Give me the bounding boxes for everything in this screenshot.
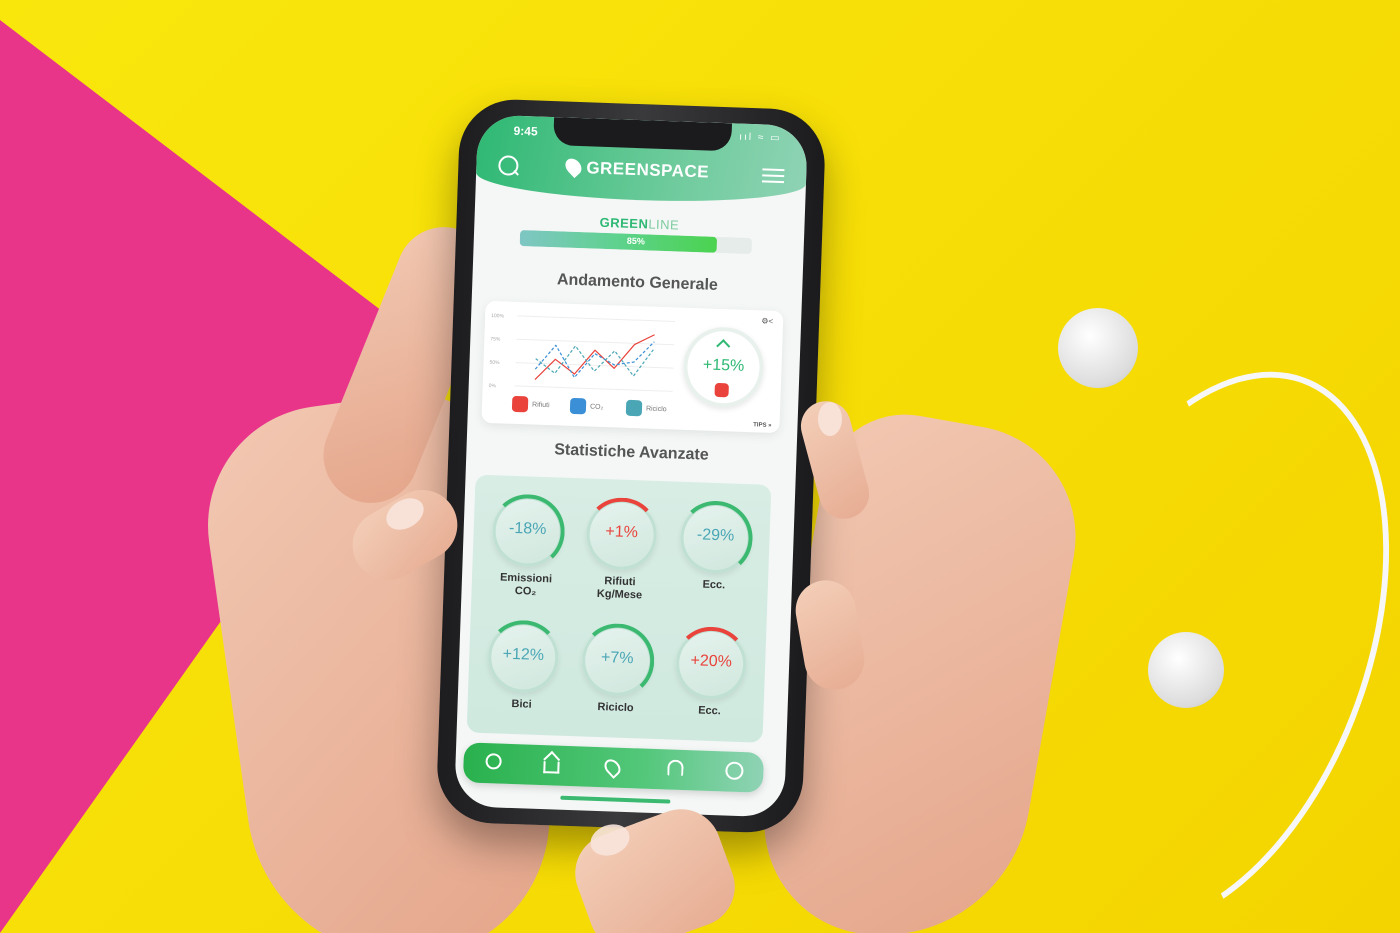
earbud-bottom: [1148, 632, 1224, 708]
chevron-up-icon: [716, 339, 731, 354]
stat-ring: -29%: [677, 499, 754, 577]
stat-4[interactable]: +7% Riciclo: [567, 622, 666, 717]
home-icon: [714, 382, 729, 398]
stat-label-line1: Rifiuti: [604, 575, 636, 589]
stat-label-line1: Bici: [511, 697, 532, 711]
grid-line: [516, 338, 675, 346]
y-tick-label: 50%: [489, 360, 500, 366]
stats-panel: -18% Emissioni CO₂ +1% Rifiuti Kg/Mese -29% Ecc…: [466, 474, 772, 743]
user-icon[interactable]: [725, 761, 744, 781]
stat-ring: +1%: [583, 496, 660, 573]
home-icon[interactable]: [543, 761, 560, 774]
brand-name: GREENSPACE: [586, 158, 710, 182]
stat-label: Emissioni CO₂: [477, 571, 574, 601]
overview-gauge[interactable]: +15%: [682, 325, 765, 409]
stat-value: +7%: [600, 649, 634, 668]
home-indicator: [560, 795, 671, 804]
stat-2[interactable]: -29% Ecc.: [666, 499, 765, 594]
gauge-value: +15%: [702, 356, 745, 375]
legend-rifiuti[interactable]: Rifiuti: [511, 395, 550, 413]
search-icon[interactable]: [498, 155, 519, 176]
overview-card[interactable]: 100% 75% 50% 0% Rifiuti CO₂ Riciclo +15% ⚙<…: [481, 300, 784, 434]
stat-1[interactable]: +1% Rifiuti Kg/Mese: [571, 496, 671, 604]
stat-ring: +20%: [672, 625, 750, 703]
stat-label-line1: Emissioni: [499, 571, 553, 586]
earbud-top: [1058, 308, 1138, 388]
status-icons: ııl ≈ ▭: [739, 131, 782, 145]
stat-value: +1%: [605, 523, 639, 542]
greenline-title-strong: GREEN: [599, 214, 649, 232]
legend-label: CO₂: [589, 403, 604, 411]
stat-value: -29%: [696, 526, 735, 545]
legend-label: Riciclo: [645, 404, 667, 413]
stats-title: Statistiche Avanzate: [554, 441, 709, 464]
overview-line-chart: 100% 75% 50% 0%: [489, 313, 676, 392]
stat-ring: +7%: [578, 622, 656, 699]
y-tick-label: 0%: [489, 383, 497, 389]
stat-ring: -18%: [489, 493, 566, 570]
stat-label: Bici: [473, 697, 569, 714]
stat-ring: +12%: [484, 619, 562, 696]
overview-title: Andamento Generale: [556, 271, 719, 294]
stat-label: Ecc.: [666, 577, 762, 594]
stat-0[interactable]: -18% Emissioni CO₂: [477, 493, 577, 601]
leaf-icon: [562, 155, 585, 179]
y-tick-label: 75%: [490, 336, 501, 342]
stat-label-line2: Kg/Mese: [596, 588, 643, 602]
leaf-icon: [625, 399, 643, 417]
legend-label: Rifiuti: [531, 401, 550, 409]
series-line-0: [534, 334, 655, 381]
grid-line: [517, 315, 676, 322]
greenline-title-light: LINE: [648, 216, 680, 233]
stat-3[interactable]: +12% Bici: [473, 619, 572, 714]
stat-label: Rifiuti Kg/Mese: [571, 574, 668, 604]
status-time: 9:45: [513, 123, 538, 139]
stat-label: Ecc.: [661, 703, 757, 720]
home-icon: [511, 395, 529, 413]
send-icon: [569, 397, 587, 415]
stat-label: Riciclo: [567, 700, 663, 717]
fingernail: [818, 402, 842, 436]
legend-riciclo[interactable]: Riciclo: [625, 399, 667, 417]
stat-label-line1: Ecc.: [697, 704, 722, 718]
stat-value: -18%: [508, 519, 547, 539]
tips-link[interactable]: TIPS »: [753, 422, 772, 429]
menu-icon[interactable]: [761, 168, 785, 184]
leaf-icon[interactable]: [601, 756, 624, 779]
stat-value: +20%: [690, 652, 733, 671]
stat-label-line1: Ecc.: [702, 578, 726, 592]
phone-screen: 9:45 ııl ≈ ▭ GREENSPACE GREENLINE 85% An…: [454, 114, 808, 818]
legend-co2[interactable]: CO₂: [569, 397, 604, 415]
stat-5[interactable]: +20% Ecc.: [661, 625, 760, 720]
search-icon[interactable]: [485, 753, 502, 770]
y-tick-label: 100%: [491, 313, 505, 319]
card-controls[interactable]: ⚙<: [761, 316, 773, 325]
brand-logo: GREENSPACE: [562, 155, 710, 183]
stat-label-line1: Riciclo: [597, 700, 634, 715]
stat-value: +12%: [502, 645, 545, 665]
stat-label-line2: CO₂: [514, 585, 537, 598]
phone: 9:45 ııl ≈ ▭ GREENSPACE GREENLINE 85% An…: [435, 97, 827, 835]
grid-line: [514, 385, 673, 392]
bottom-tabbar: [462, 742, 765, 793]
bell-icon[interactable]: [667, 759, 684, 777]
